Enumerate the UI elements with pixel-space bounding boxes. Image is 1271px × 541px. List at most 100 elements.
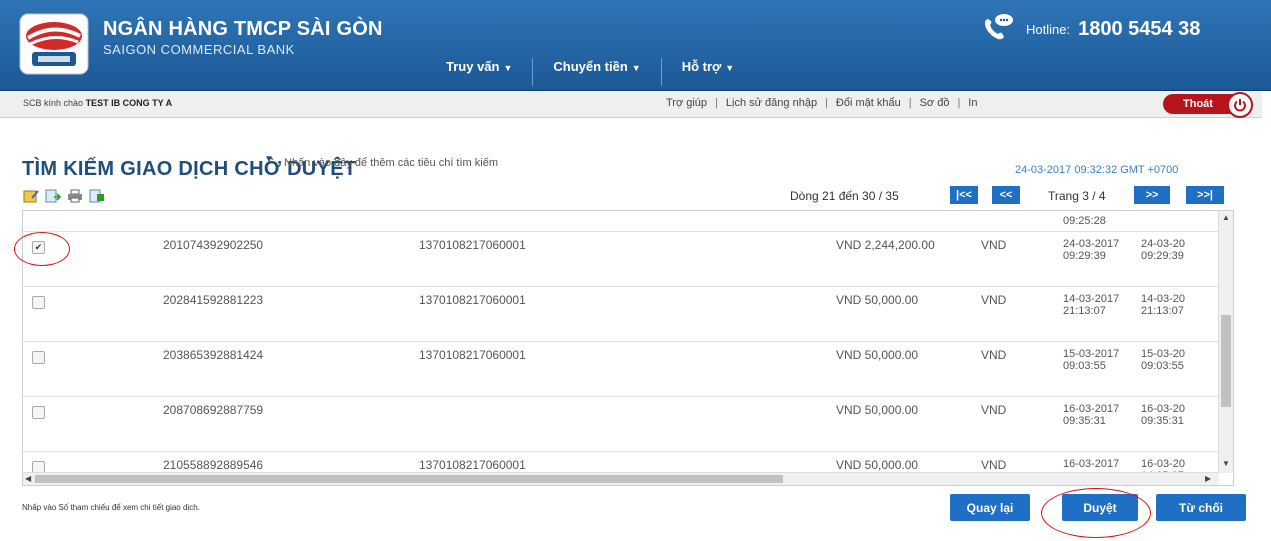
- scroll-up-icon[interactable]: ▲: [1222, 213, 1230, 222]
- hotline-number: 1800 5454 38: [1078, 17, 1201, 40]
- account-number: 1370108217060001: [419, 348, 526, 362]
- link-separator: |: [715, 97, 718, 109]
- logout-label: Thoát: [1183, 98, 1213, 110]
- greeting-text: SCB kính chào: [23, 98, 84, 108]
- reference-number[interactable]: 210558892889546: [163, 458, 263, 472]
- updated-date: 16-03-20 09:35:31: [1141, 403, 1186, 427]
- table-toolbar: [23, 189, 105, 203]
- account-number: 1370108217060001: [419, 293, 526, 307]
- next-page-button[interactable]: >>: [1134, 186, 1170, 204]
- partial-row: [23, 211, 1219, 232]
- link-sitemap[interactable]: Sơ đồ: [920, 97, 950, 109]
- app-header: NGÂN HÀNG TMCP SÀI GÒN SAIGON COMMERCIAL…: [0, 0, 1271, 91]
- currency: VND: [981, 348, 1007, 362]
- updated-date: 15-03-20 09:03:55: [1141, 348, 1186, 372]
- amount: VND 50,000.00: [836, 403, 919, 417]
- excel-icon[interactable]: [89, 189, 105, 203]
- bank-subtitle: SAIGON COMMERCIAL BANK: [103, 42, 295, 57]
- user-name: TEST IB CONG TY A: [85, 98, 173, 108]
- horizontal-scroll-thumb[interactable]: [35, 475, 783, 483]
- account-number: 1370108217060001: [419, 458, 526, 472]
- prev-page-button[interactable]: <<: [992, 186, 1020, 204]
- currency: VND: [981, 458, 1007, 472]
- print-icon[interactable]: [67, 189, 83, 203]
- nav-ho-tro[interactable]: Hỗ trợ ▼: [662, 58, 755, 86]
- footer-note: Nhấp vào Số tham chiếu để xem chi tiết g…: [22, 503, 200, 512]
- link-change-password[interactable]: Đổi mật khẩu: [836, 97, 901, 109]
- last-page-button[interactable]: >>|: [1186, 186, 1224, 204]
- logout-button[interactable]: Thoát: [1163, 92, 1253, 118]
- user-bar: SCB kính chào TEST IB CONG TY A Trợ giúp…: [0, 91, 1262, 118]
- nav-truy-van[interactable]: Truy vấn ▼: [426, 58, 534, 86]
- greeting: SCB kính chào TEST IB CONG TY A: [23, 98, 172, 108]
- table-row[interactable]: ✔ 201074392902250 1370108217060001 VND 2…: [23, 232, 1219, 287]
- reference-number[interactable]: 201074392902250: [163, 238, 263, 252]
- amount: VND 50,000.00: [836, 293, 919, 307]
- row-checkbox[interactable]: [32, 351, 45, 364]
- link-separator: |: [908, 97, 912, 109]
- back-button[interactable]: Quay lại: [950, 494, 1030, 521]
- created-date: 24-03-2017 09:29:39: [1063, 238, 1120, 262]
- updated-date: 24-03-20 09:29:39: [1141, 238, 1186, 262]
- row-checkbox[interactable]: [32, 406, 45, 419]
- table-row[interactable]: 208708692887759 VND 50,000.00 VND 16-03-…: [23, 397, 1219, 452]
- updated-date: 14-03-20 21:13:07: [1141, 293, 1186, 317]
- created-date: 14-03-2017 21:13:07: [1063, 293, 1120, 317]
- currency: VND: [981, 238, 1007, 252]
- created-date: 16-03-2017: [1063, 458, 1120, 470]
- amount: VND 50,000.00: [836, 348, 919, 362]
- row-checkbox[interactable]: [32, 296, 45, 309]
- currency: VND: [981, 293, 1007, 307]
- reference-number[interactable]: 203865392881424: [163, 348, 263, 362]
- first-page-button[interactable]: |<<: [950, 186, 978, 204]
- created-date: 15-03-2017 09:03:55: [1063, 348, 1120, 372]
- hotline-label: Hotline:: [1026, 21, 1071, 37]
- edit-icon[interactable]: [23, 189, 39, 203]
- nav-label: Hỗ trợ: [681, 59, 722, 74]
- main-nav: Truy vấn ▼ Chuyển tiền ▼ Hỗ trợ ▼: [426, 58, 754, 86]
- chevron-down-icon: ▼: [503, 63, 513, 73]
- horizontal-scrollbar[interactable]: ◀ ▶: [23, 472, 1219, 485]
- table-row[interactable]: 210558892889546 1370108217060001 VND 50,…: [23, 452, 1219, 474]
- scb-logo: [18, 12, 90, 76]
- table-row[interactable]: 202841592881223 1370108217060001 VND 50,…: [23, 287, 1219, 342]
- nav-label: Chuyển tiền: [553, 59, 628, 74]
- reference-number[interactable]: 202841592881223: [163, 293, 263, 307]
- vertical-scroll-thumb[interactable]: [1221, 315, 1231, 407]
- transactions-table: 09:25:28 ✔ 201074392902250 1370108217060…: [22, 210, 1234, 486]
- account-number: 1370108217060001: [419, 238, 526, 252]
- expand-criteria-icon[interactable]: ▼: [264, 154, 274, 165]
- export-icon[interactable]: [45, 189, 61, 203]
- reject-button[interactable]: Từ chối: [1156, 494, 1246, 521]
- scroll-right-icon[interactable]: ▶: [1205, 474, 1211, 483]
- chevron-down-icon: ▼: [631, 63, 641, 73]
- scroll-down-icon[interactable]: ▼: [1222, 459, 1230, 468]
- link-separator: |: [957, 97, 961, 109]
- amount: VND 50,000.00: [836, 458, 919, 472]
- link-help[interactable]: Trợ giúp: [666, 97, 707, 109]
- page-info: Trang 3 / 4: [1048, 189, 1106, 203]
- current-datetime: 24-03-2017 09:32:32 GMT +0700: [1015, 164, 1179, 176]
- phone-icon: [980, 12, 1014, 47]
- add-criteria-link[interactable]: Nhấn vào đây để thêm các tiêu chí tìm ki…: [284, 157, 498, 169]
- top-links: Trợ giúp | Lịch sử đăng nhập | Đổi mật khẩ…: [666, 97, 977, 109]
- table-row[interactable]: 203865392881424 1370108217060001 VND 50,…: [23, 342, 1219, 397]
- nav-chuyen-tien[interactable]: Chuyển tiền ▼: [533, 58, 662, 86]
- bank-name: NGÂN HÀNG TMCP SÀI GÒN: [103, 18, 383, 40]
- link-login-history[interactable]: Lịch sử đăng nhập: [726, 97, 817, 109]
- reference-number[interactable]: 208708692887759: [163, 403, 263, 417]
- approve-button[interactable]: Duyệt: [1062, 494, 1138, 521]
- currency: VND: [981, 403, 1007, 417]
- created-date: 16-03-2017 09:35:31: [1063, 403, 1120, 427]
- nav-label: Truy vấn: [446, 59, 500, 74]
- rows-info: Dòng 21 đến 30 / 35: [790, 189, 899, 203]
- chevron-down-icon: ▼: [725, 63, 735, 73]
- link-print[interactable]: In: [968, 97, 977, 109]
- link-separator: |: [825, 97, 828, 109]
- power-icon: [1227, 92, 1253, 118]
- hotline: Hotline: 1800 5454 38: [980, 12, 1200, 46]
- row-checkbox[interactable]: ✔: [32, 241, 45, 254]
- vertical-scrollbar[interactable]: ▲ ▼: [1218, 211, 1233, 473]
- amount: VND 2,244,200.00: [836, 238, 935, 252]
- scroll-left-icon[interactable]: ◀: [25, 474, 31, 483]
